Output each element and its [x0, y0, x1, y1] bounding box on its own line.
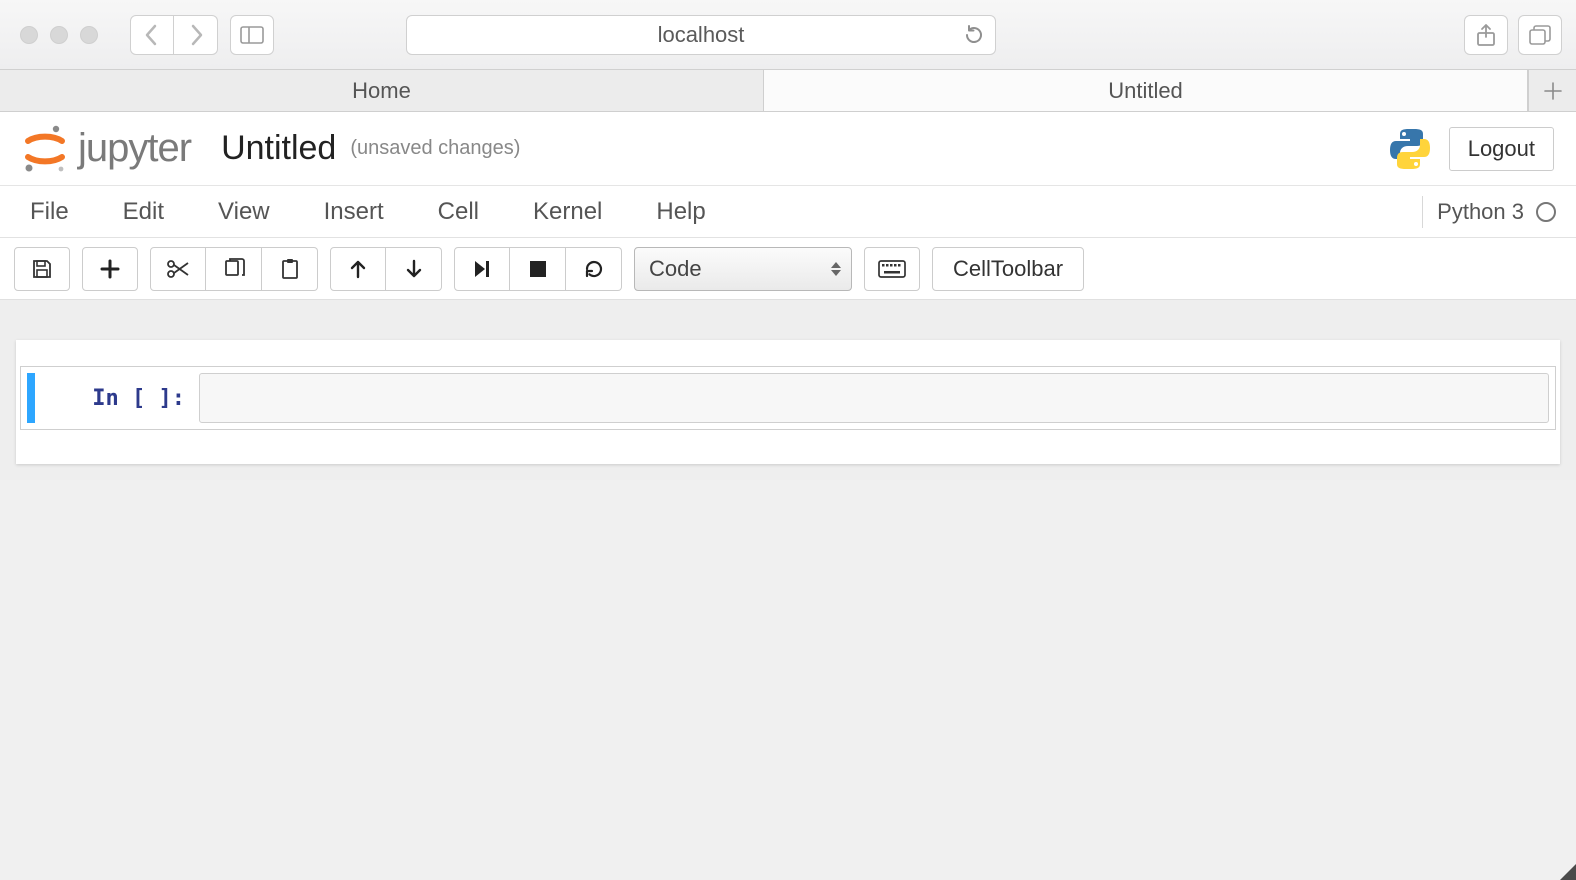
jupyter-logo-icon [22, 123, 68, 175]
sidebar-icon [240, 26, 264, 44]
kernel-name: Python 3 [1437, 199, 1524, 225]
code-cell[interactable]: In [ ]: [20, 366, 1556, 430]
tabs-icon [1529, 25, 1551, 45]
restart-button[interactable] [566, 247, 622, 291]
cut-button[interactable] [150, 247, 206, 291]
logout-button[interactable]: Logout [1449, 127, 1554, 171]
window-controls [20, 26, 98, 44]
share-icon [1476, 23, 1496, 47]
kernel-status-icon [1536, 202, 1556, 222]
copy-icon [223, 258, 245, 280]
save-button[interactable] [14, 247, 70, 291]
browser-tab-untitled[interactable]: Untitled [764, 70, 1528, 111]
resize-handle-icon[interactable] [1560, 864, 1576, 880]
cell-type-select[interactable]: Code [634, 247, 852, 291]
notebook-title[interactable]: Untitled [221, 129, 336, 168]
restart-icon [583, 258, 605, 280]
plus-icon [1543, 81, 1563, 101]
menu-help[interactable]: Help [656, 198, 705, 226]
minimize-window-button[interactable] [50, 26, 68, 44]
zoom-window-button[interactable] [80, 26, 98, 44]
kernel-indicator: Python 3 [1422, 196, 1556, 228]
toolbar: Code CellToolbar [0, 238, 1576, 300]
sidebar-toggle-button[interactable] [230, 15, 274, 55]
share-button[interactable] [1464, 15, 1508, 55]
forward-button[interactable] [174, 15, 218, 55]
reload-button[interactable] [963, 24, 985, 46]
copy-button[interactable] [206, 247, 262, 291]
move-down-button[interactable] [386, 247, 442, 291]
back-button[interactable] [130, 15, 174, 55]
menu-view[interactable]: View [218, 198, 270, 226]
stop-icon [529, 260, 547, 278]
notebook-area: In [ ]: [0, 300, 1576, 480]
jupyter-logo-text: jupyter [78, 126, 191, 171]
python-logo-icon [1387, 126, 1433, 172]
menubar: File Edit View Insert Cell Kernel Help P… [0, 186, 1576, 238]
cell-type-value: Code [649, 256, 702, 282]
input-prompt: In [ ]: [39, 373, 199, 423]
code-input[interactable] [199, 373, 1549, 423]
interrupt-button[interactable] [510, 247, 566, 291]
keyboard-icon [878, 260, 906, 278]
plus-icon [100, 259, 120, 279]
jupyter-logo[interactable]: jupyter [22, 123, 191, 175]
tab-label: Untitled [1108, 78, 1183, 104]
menu-file[interactable]: File [30, 198, 69, 226]
notebook-header: jupyter Untitled (unsaved changes) Logou… [0, 112, 1576, 186]
command-palette-button[interactable] [864, 247, 920, 291]
new-tab-button[interactable] [1528, 70, 1576, 111]
chevron-left-icon [144, 24, 160, 46]
browser-chrome: localhost [0, 0, 1576, 70]
nav-buttons [130, 15, 218, 55]
chevron-right-icon [188, 24, 204, 46]
notebook-container: In [ ]: [16, 340, 1560, 464]
insert-cell-button[interactable] [82, 247, 138, 291]
browser-tab-strip: Home Untitled [0, 70, 1576, 112]
step-forward-icon [473, 259, 491, 279]
paste-button[interactable] [262, 247, 318, 291]
arrow-up-icon [349, 259, 367, 279]
menu-edit[interactable]: Edit [123, 198, 164, 226]
close-window-button[interactable] [20, 26, 38, 44]
cell-toolbar-button[interactable]: CellToolbar [932, 247, 1084, 291]
url-text: localhost [658, 22, 745, 48]
tab-label: Home [352, 78, 411, 104]
save-status: (unsaved changes) [350, 137, 520, 160]
address-bar[interactable]: localhost [406, 15, 996, 55]
browser-tab-home[interactable]: Home [0, 70, 764, 111]
tabs-button[interactable] [1518, 15, 1562, 55]
menu-cell[interactable]: Cell [438, 198, 479, 226]
chevron-updown-icon [831, 262, 841, 276]
scissors-icon [166, 259, 190, 279]
move-up-button[interactable] [330, 247, 386, 291]
cell-select-bar [27, 373, 35, 423]
menu-kernel[interactable]: Kernel [533, 198, 602, 226]
paste-icon [279, 258, 301, 280]
run-button[interactable] [454, 247, 510, 291]
reload-icon [963, 24, 985, 46]
save-icon [31, 258, 53, 280]
menu-insert[interactable]: Insert [324, 198, 384, 226]
arrow-down-icon [405, 259, 423, 279]
